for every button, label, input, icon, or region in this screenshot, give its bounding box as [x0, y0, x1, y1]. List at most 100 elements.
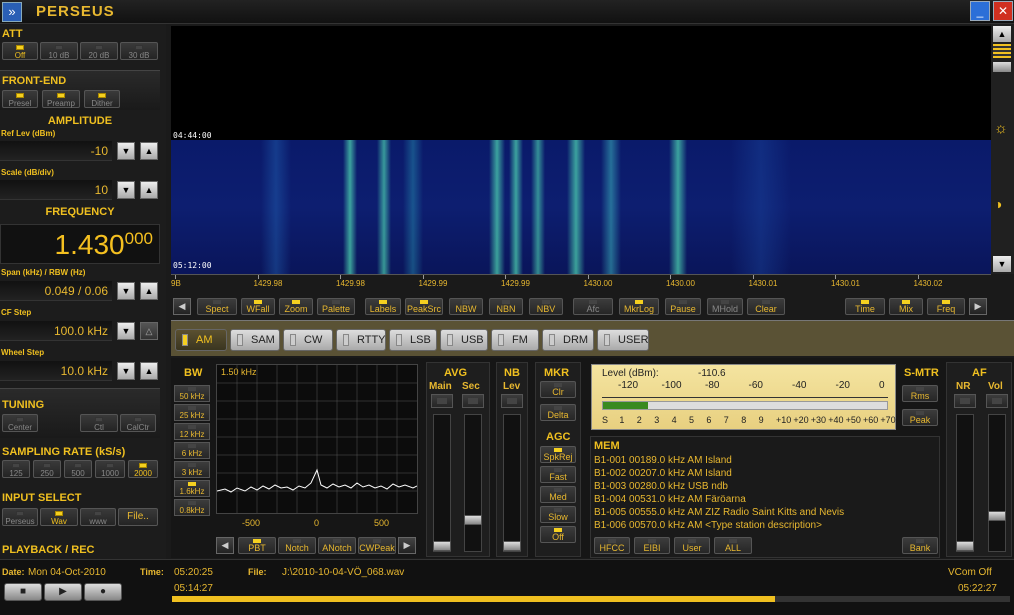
smtr-peak-button[interactable]: Peak [902, 409, 938, 426]
toolbar-nbn-button[interactable]: NBN [489, 298, 523, 315]
mkr-delta-button[interactable]: Delta [540, 404, 576, 421]
frequency-display[interactable]: 1.430000 [0, 224, 160, 264]
wheel-step-up-button[interactable]: ▲ [140, 362, 158, 380]
bw-anotch-button[interactable]: ANotch [318, 537, 356, 554]
sr-125-button[interactable]: 125 [2, 460, 30, 478]
avg-sec-slider[interactable] [464, 414, 482, 552]
toolbar-pause-button[interactable]: Pause [665, 298, 701, 315]
scale-value[interactable]: 10 [0, 180, 112, 200]
avg-main-slider[interactable] [433, 414, 451, 552]
nb-button[interactable] [501, 394, 523, 408]
toolbar-mix-button[interactable]: Mix [889, 298, 923, 315]
bw-notch-button[interactable]: Notch [278, 537, 316, 554]
agc-off-button[interactable]: Off [540, 526, 576, 543]
mode-usb-button[interactable]: USB [440, 329, 488, 351]
mem-row[interactable]: B1-001 00189.0 kHz AM Island [594, 454, 934, 467]
waterfall-display[interactable]: 04:44:00 05:12:00 [171, 26, 991, 274]
dither-button[interactable]: Dither [84, 90, 120, 108]
toolbar-spect-button[interactable]: Spect [197, 298, 237, 315]
toolbar-zoom-button[interactable]: Zoom [279, 298, 313, 315]
ref-level-up-button[interactable]: ▲ [140, 142, 158, 160]
toolbar-clear-button[interactable]: Clear [747, 298, 785, 315]
mem-row[interactable]: B1-002 00207.0 kHz AM Island [594, 467, 934, 480]
att-20db-button[interactable]: 20 dB [80, 42, 118, 60]
toolbar-peaksrc-button[interactable]: PeakSrc [405, 298, 443, 315]
toolbar-afc-button[interactable]: Afc [573, 298, 613, 315]
mem-hfcc-button[interactable]: HFCC [594, 537, 630, 554]
play-button[interactable]: ▶ [44, 583, 82, 601]
bw-5-button[interactable]: 1.6kHz [174, 480, 210, 497]
nr-button[interactable] [954, 394, 976, 408]
mem-all-button[interactable]: ALL [714, 537, 752, 554]
wheel-step-down-button[interactable]: ▼ [117, 362, 135, 380]
agc-med-button[interactable]: Med [540, 486, 576, 503]
mode-am-button[interactable]: AM [175, 329, 227, 351]
minimize-button[interactable]: _ [970, 1, 990, 21]
mem-eibi-button[interactable]: EIBI [634, 537, 670, 554]
cf-step-up-button[interactable]: △ [140, 322, 158, 340]
mode-user-button[interactable]: USER [597, 329, 649, 351]
scroll-down-button[interactable]: ▼ [993, 256, 1011, 272]
volume-slider[interactable] [988, 414, 1006, 552]
toolbar-freq-button[interactable]: Freq [927, 298, 965, 315]
vol-button[interactable] [986, 394, 1008, 408]
tuning-calctr-button[interactable]: CalCtr [120, 414, 156, 432]
sr-250-button[interactable]: 250 [33, 460, 61, 478]
agc-slow-button[interactable]: Slow [540, 506, 576, 523]
input-perseus-button[interactable]: Perseus [2, 508, 38, 526]
bw-right-arrow[interactable]: ▶ [398, 537, 416, 554]
toolbar-left-arrow[interactable]: ◀ [173, 298, 191, 315]
app-icon[interactable]: » [2, 2, 22, 22]
smtr-rms-button[interactable]: Rms [902, 385, 938, 402]
bw-1-button[interactable]: 25 kHz [174, 404, 210, 421]
ref-level-down-button[interactable]: ▼ [117, 142, 135, 160]
input-www-button[interactable]: www [80, 508, 116, 526]
bw-pbt-button[interactable]: PBT [238, 537, 276, 554]
toolbar-time-button[interactable]: Time [845, 298, 885, 315]
mem-user-button[interactable]: User [674, 537, 710, 554]
mode-lsb-button[interactable]: LSB [389, 329, 437, 351]
mem-row[interactable]: B1-004 00531.0 kHz AM Färöarna [594, 493, 934, 506]
bw-spectrum[interactable]: 1.50 kHz [216, 364, 418, 514]
bw-6-button[interactable]: 0.8kHz [174, 499, 210, 516]
scale-down-button[interactable]: ▼ [117, 181, 135, 199]
agc-fast-button[interactable]: Fast [540, 466, 576, 483]
cf-step-down-button[interactable]: ▼ [117, 322, 135, 340]
nb-level-slider[interactable] [503, 414, 521, 552]
bw-cwpeak-button[interactable]: CWPeak [358, 537, 396, 554]
att-30db-button[interactable]: 30 dB [120, 42, 158, 60]
toolbar-nbw-button[interactable]: NBW [449, 298, 483, 315]
avg-main-button[interactable] [431, 394, 453, 408]
nr-slider[interactable] [956, 414, 974, 552]
scale-up-button[interactable]: ▲ [140, 181, 158, 199]
mem-row[interactable]: B1-003 00280.0 kHz USB ndb [594, 480, 934, 493]
mode-sam-button[interactable]: SAM [230, 329, 280, 351]
avg-sec-button[interactable] [462, 394, 484, 408]
toolbar-right-arrow[interactable]: ▶ [969, 298, 987, 315]
mem-row[interactable]: B1-006 00570.0 kHz AM <Type station desc… [594, 519, 934, 532]
mode-drm-button[interactable]: DRM [542, 329, 594, 351]
tuning-center-button[interactable]: Center [2, 414, 38, 432]
att-10db-button[interactable]: 10 dB [40, 42, 78, 60]
wheel-step-value[interactable]: 10.0 kHz [0, 361, 112, 381]
mode-rtty-button[interactable]: RTTY [336, 329, 386, 351]
toolbar-wfall-button[interactable]: WFall [241, 298, 275, 315]
sr-2000-button[interactable]: 2000 [128, 460, 158, 478]
preamp-button[interactable]: Preamp [42, 90, 80, 108]
span-down-button[interactable]: ▼ [117, 282, 135, 300]
agc-spkrej-button[interactable]: SpkRej [540, 446, 576, 463]
scroll-thumb[interactable] [993, 62, 1011, 72]
tuning-ctl-button[interactable]: Ctl [80, 414, 118, 432]
toolbar-labels-button[interactable]: Labels [365, 298, 401, 315]
waterfall-scrollbar[interactable]: ▲ ☼ ◑ ▼ [991, 24, 1014, 274]
toolbar-mkrlog-button[interactable]: MkrLog [619, 298, 659, 315]
bw-2-button[interactable]: 12 kHz [174, 423, 210, 440]
bw-0-button[interactable]: 50 kHz [174, 385, 210, 402]
toolbar-palette-button[interactable]: Palette [317, 298, 355, 315]
sr-500-button[interactable]: 500 [64, 460, 92, 478]
input-file-button[interactable]: File.. [118, 508, 158, 526]
bw-4-button[interactable]: 3 kHz [174, 461, 210, 478]
toolbar-mhold-button[interactable]: MHold [707, 298, 743, 315]
toolbar-nbv-button[interactable]: NBV [529, 298, 563, 315]
mem-bank-button[interactable]: Bank [902, 537, 938, 554]
